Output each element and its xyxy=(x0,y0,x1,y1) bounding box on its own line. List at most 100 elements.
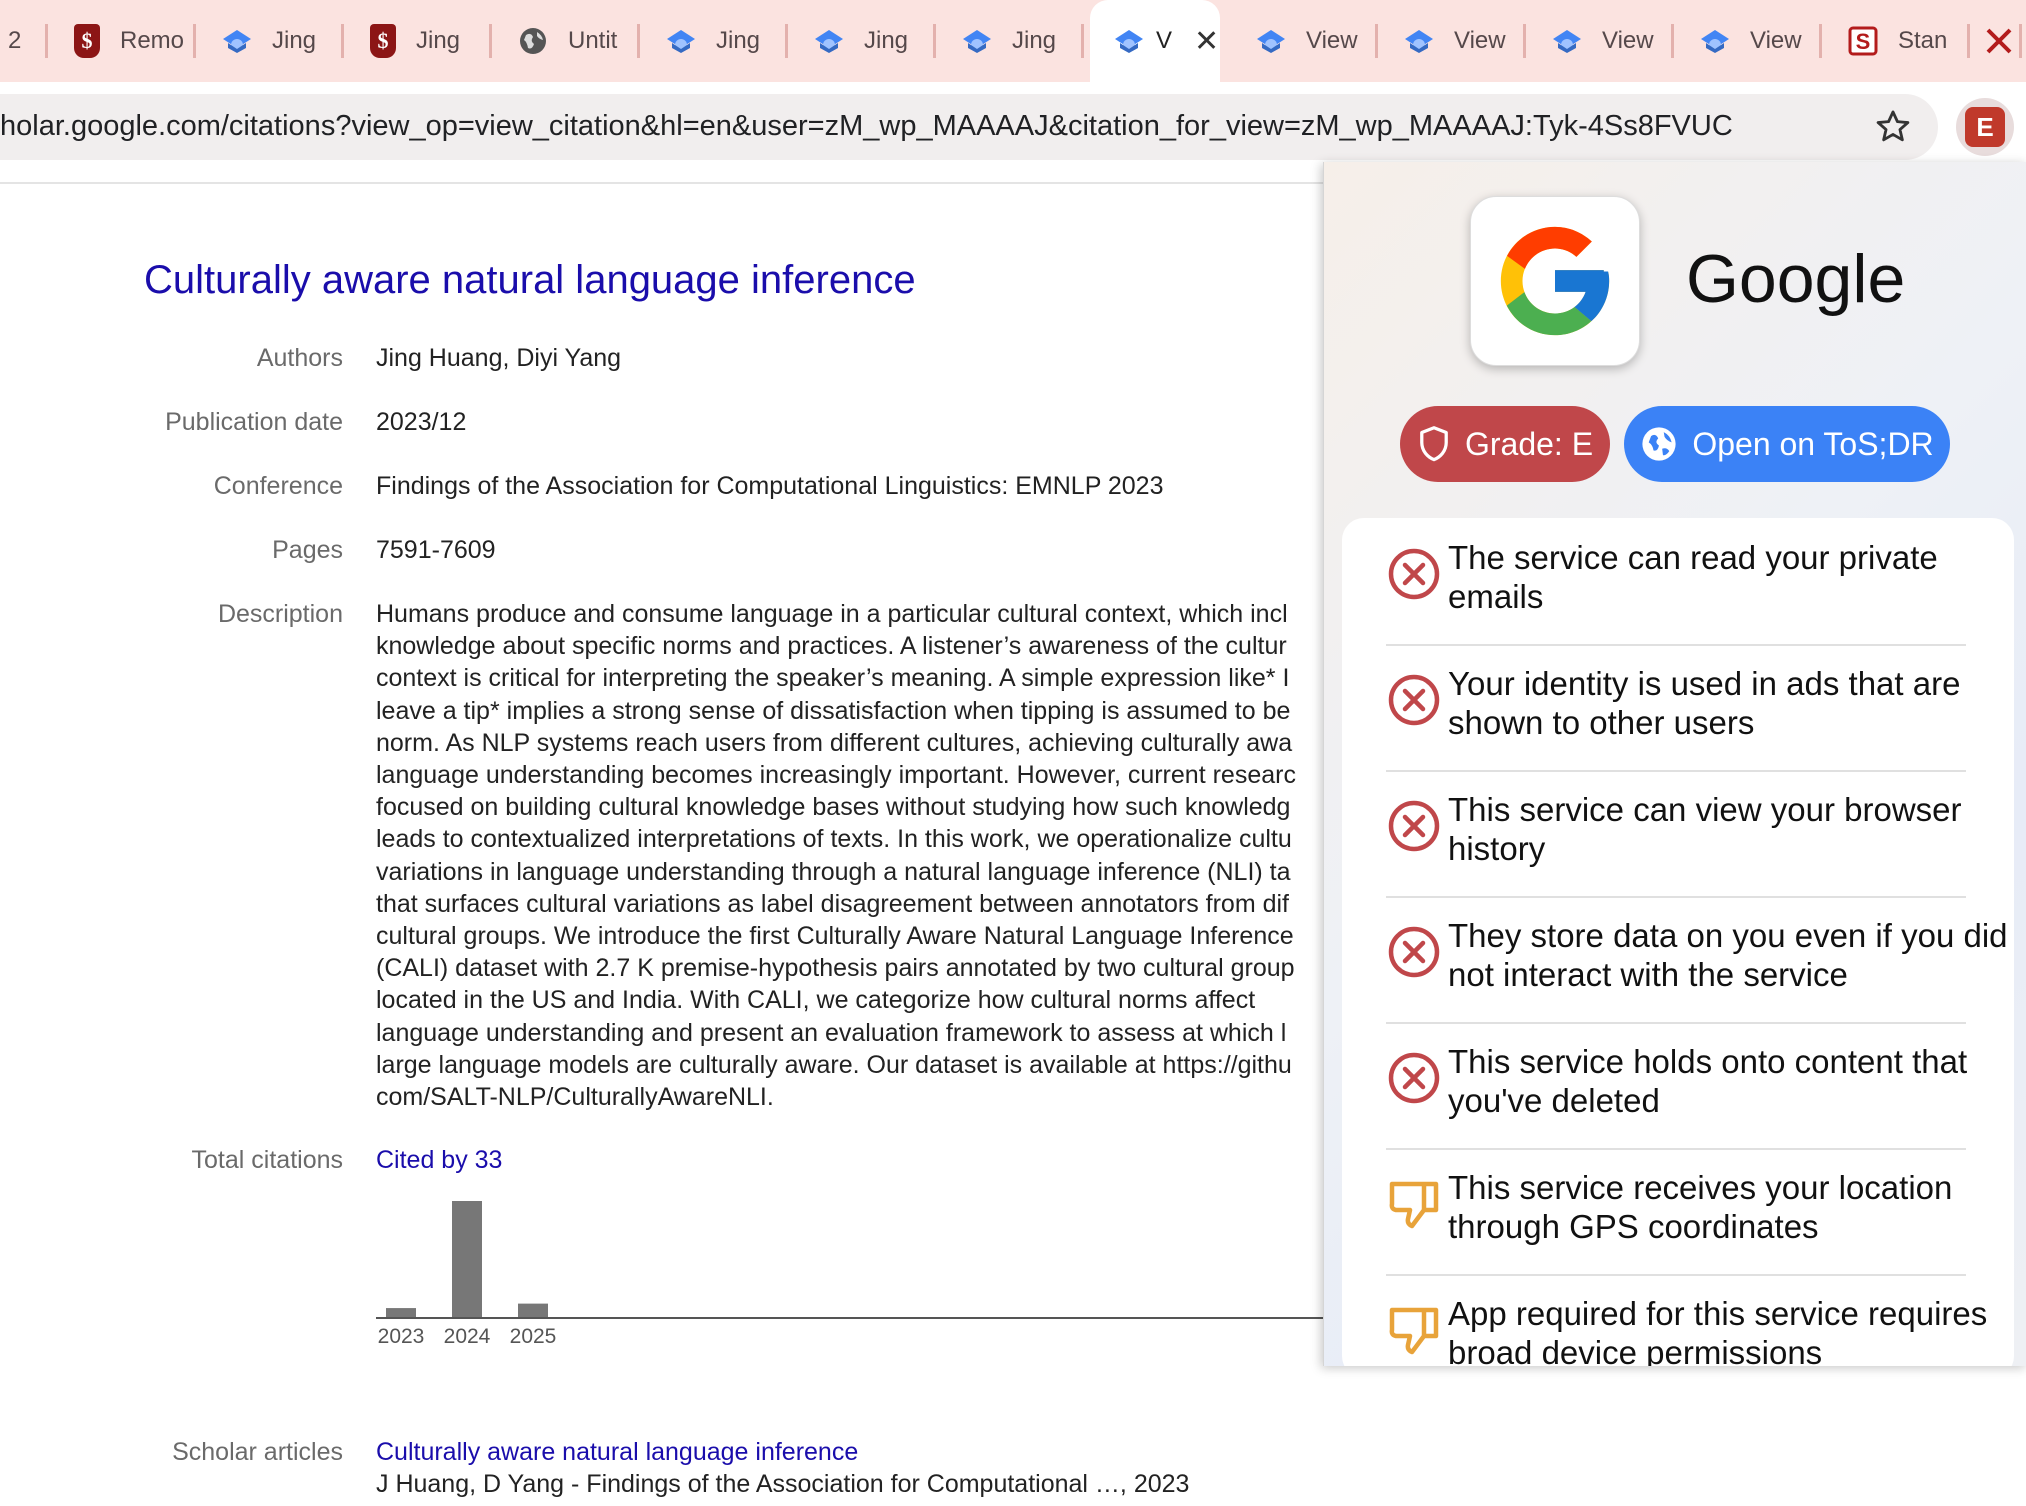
list-item: They store data on you even if you did n… xyxy=(1386,896,2008,1024)
extension-grade-badge: E xyxy=(1965,107,2005,147)
tab-jing-4[interactable]: Jing xyxy=(788,0,936,82)
tab-view-2[interactable]: View xyxy=(1378,0,1526,82)
x-circle-icon xyxy=(1388,800,1440,852)
tab-title: V xyxy=(1156,27,1173,54)
tab-untitled[interactable]: Untit xyxy=(492,0,640,82)
list-item: This service can view your browser histo… xyxy=(1386,770,1966,898)
tab-title: Jing xyxy=(416,27,461,54)
scholar-icon xyxy=(223,30,251,53)
service-name: Google xyxy=(1686,241,1906,317)
tab-jing-1[interactable]: Jing xyxy=(196,0,344,82)
tab-title: Jing xyxy=(1012,27,1057,54)
scholar-icon xyxy=(1701,30,1729,53)
tab-title: View xyxy=(1750,27,1802,54)
cited-by-link[interactable]: Cited by 33 xyxy=(376,1146,502,1175)
x-circle-icon xyxy=(1388,548,1440,600)
tab-title: Jing xyxy=(272,27,317,54)
close-x-icon xyxy=(1986,28,2012,54)
list-item: Your identity is used in ads that are sh… xyxy=(1386,644,1966,772)
publication-date-value: 2023/12 xyxy=(376,408,467,436)
tab-jing-5[interactable]: Jing xyxy=(936,0,1084,82)
tab-jing-3[interactable]: Jing xyxy=(640,0,788,82)
tab-view-4[interactable]: View xyxy=(1674,0,1822,82)
service-logo xyxy=(1470,196,1640,366)
bar-2024[interactable] xyxy=(452,1201,482,1317)
description-line: Humans produce and consume language in a… xyxy=(376,600,1288,628)
bar-2023[interactable] xyxy=(386,1308,416,1317)
chart-x-ticks: 2023 2024 2025 xyxy=(378,1325,557,1346)
tab-title: View xyxy=(1454,27,1506,54)
tab-view-3[interactable]: View xyxy=(1526,0,1674,82)
description-text: Humans produce and consume language in a… xyxy=(376,598,1326,1118)
scholar-icon xyxy=(815,30,843,53)
list-item: This service receives your location thro… xyxy=(1386,1148,1966,1276)
cited-by-text[interactable]: Cited by 33 xyxy=(376,1146,502,1174)
url-text[interactable]: holar.google.com/citations?view_op=view_… xyxy=(0,110,1733,143)
description-line: variations in language understanding thr… xyxy=(376,857,1291,886)
divider xyxy=(0,182,1330,184)
bar-2025[interactable] xyxy=(518,1303,548,1317)
pages-label: Pages xyxy=(272,536,343,564)
list-item: The service can read your private emails xyxy=(1386,518,1966,646)
tosdr-popup: Google Grade: E Open on ToS;DR The servi… xyxy=(1323,162,2026,1366)
scholar-icon xyxy=(667,30,695,53)
x-circle-icon xyxy=(1388,926,1440,978)
citations-chart: 2023 2024 2025 xyxy=(376,1201,1336,1346)
tosdr-extension-button[interactable]: E xyxy=(1956,98,2014,156)
description-line: leave a tip* implies a strong sense of d… xyxy=(376,696,1291,725)
close-tab-icon[interactable]: ✕ xyxy=(1194,24,1219,59)
thumbs-down-icon xyxy=(1389,1181,1439,1229)
description-label: Description xyxy=(217,600,343,628)
bookmark-star-icon[interactable] xyxy=(1874,108,1912,146)
scholar-article-authors: J Huang, D Yang - Findings of the Associ… xyxy=(376,1470,1190,1498)
description-line: norm. As NLP systems reach users from di… xyxy=(376,728,1293,757)
tab-title: Jing xyxy=(864,27,909,54)
tab-overflow[interactable] xyxy=(1970,0,2022,82)
chart-bars xyxy=(386,1201,548,1317)
stanford-icon: $ xyxy=(370,24,396,58)
description-line: cultural groups. We introduce the first … xyxy=(376,922,1294,951)
tab-remo[interactable]: $ Remo xyxy=(48,0,196,82)
open-on-tosdr-label: Open on ToS;DR xyxy=(1692,425,1934,462)
page-title[interactable]: Culturally aware natural language infere… xyxy=(144,258,916,303)
scholar-articles-label: Scholar articles xyxy=(172,1438,343,1466)
description-line: context is critical for interpreting the… xyxy=(376,664,1290,693)
privacy-points-list: The service can read your private emails… xyxy=(1342,518,2014,1366)
publication-date-label: Publication date xyxy=(165,408,343,436)
conference-value: Findings of the Association for Computat… xyxy=(376,472,1164,500)
tab-2[interactable]: 2 xyxy=(0,0,48,82)
scholar-article-link[interactable]: Culturally aware natural language infere… xyxy=(376,1438,858,1467)
open-on-tosdr-button[interactable]: Open on ToS;DR xyxy=(1624,406,1950,482)
grade-button[interactable]: Grade: E xyxy=(1400,406,1610,482)
point-text: App required for this service requires b… xyxy=(1448,1295,1988,1366)
tab-active[interactable]: V ✕ xyxy=(1090,0,1220,82)
point-text: This service holds onto content that you… xyxy=(1448,1043,1968,1119)
point-text: This service can view your browser histo… xyxy=(1448,791,1962,867)
point-text: They store data on you even if you did n… xyxy=(1448,917,2008,993)
tab-jing-2[interactable]: $ Jing xyxy=(344,0,492,82)
scholar-icon xyxy=(963,30,991,53)
tab-title: View xyxy=(1306,27,1358,54)
address-bar[interactable]: holar.google.com/citations?view_op=view_… xyxy=(0,94,1938,160)
scholar-icon xyxy=(1257,30,1285,53)
google-g-icon xyxy=(1500,226,1610,336)
description-line: (CALI) dataset with 2.7 K premise-hypoth… xyxy=(376,954,1295,983)
point-text: The service can read your private emails xyxy=(1448,539,1938,615)
tab-view-1[interactable]: View xyxy=(1230,0,1378,82)
tab-title: Remo xyxy=(120,27,185,54)
description-line: located in the US and India. With CALI, … xyxy=(376,986,1256,1015)
globe-icon xyxy=(520,28,546,54)
tab-title: Stan xyxy=(1898,27,1948,54)
x-tick-label: 2023 xyxy=(378,1325,425,1346)
scholar-icon xyxy=(1115,30,1143,53)
scholar-icon xyxy=(1405,30,1433,53)
tab-stan[interactable]: S Stan xyxy=(1822,0,1970,82)
tab-title: 2 xyxy=(8,27,22,54)
x-tick-label: 2025 xyxy=(510,1325,557,1346)
description-line: large language models are culturally awa… xyxy=(376,1050,1292,1079)
description-line: com/SALT-NLP/CulturallyAwareNLI. xyxy=(376,1083,774,1112)
list-item: App required for this service requires b… xyxy=(1386,1274,1987,1366)
list-item: This service holds onto content that you… xyxy=(1386,1022,1967,1150)
description-line: that surfaces cultural variations as lab… xyxy=(376,889,1289,918)
stanford-s-icon: S xyxy=(1848,26,1878,56)
